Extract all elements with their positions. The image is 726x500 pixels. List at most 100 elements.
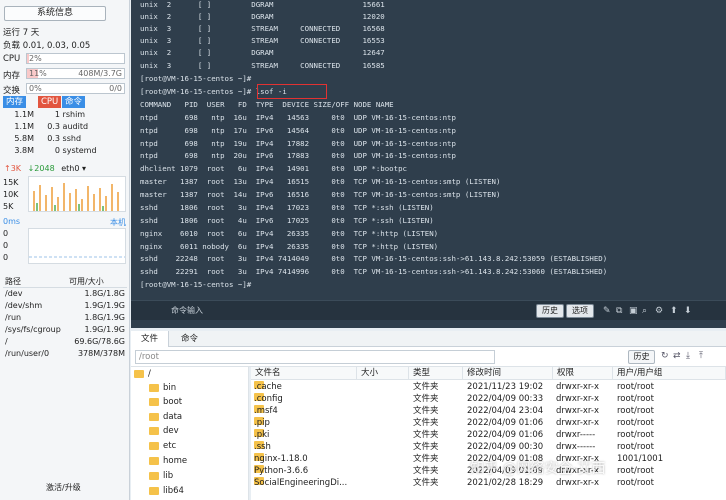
- terminal-line: nginx 6011 nobody 6u IPv4 26335 0t0 TCP …: [140, 242, 439, 251]
- uptime-text: 运行 7 天: [3, 28, 40, 38]
- folder-icon: [149, 471, 159, 480]
- process-row: 5.8M 0.3 sshd: [14, 134, 82, 143]
- ping-value: 0: [3, 241, 9, 250]
- mem-label: 内存: [3, 71, 21, 81]
- terminal-line: unix 2 [ ] DGRAM 12020: [140, 12, 385, 21]
- ping-chart: [28, 228, 126, 264]
- pen-icon[interactable]: ✎: [603, 306, 611, 316]
- file-row[interactable]: .cache 文件夹 2021/11/23 19:02 drwxr-xr-x root/…: [251, 381, 726, 393]
- folder-icon: [149, 441, 159, 450]
- swap-meter: 0% 0/0: [26, 83, 125, 94]
- tree-node[interactable]: dev: [149, 426, 179, 436]
- file-row[interactable]: .pip 文件夹 2022/04/09 01:06 drwxr-xr-x root/ro…: [251, 417, 726, 429]
- terminal-line: master 1387 root 13u IPv4 16515 0t0 TCP …: [140, 177, 501, 186]
- system-info-button[interactable]: 系统信息: [4, 6, 106, 21]
- tab-files[interactable]: 文件: [131, 331, 170, 347]
- swap-label: 交换: [3, 86, 21, 96]
- ping-value: 0: [3, 253, 9, 262]
- swap-percent: 0%: [29, 84, 42, 93]
- net-scale-5k: 5K: [3, 202, 14, 211]
- folder-icon: [149, 426, 159, 435]
- process-row: 3.8M 0 systemd: [14, 146, 97, 155]
- scroll-up-icon[interactable]: ⬆: [670, 306, 678, 316]
- net-scale-10k: 10K: [3, 190, 19, 199]
- download-icon[interactable]: ⤓: [686, 351, 690, 361]
- swap-value: 0/0: [109, 84, 122, 93]
- terminal-line: unix 3 [ ] STREAM CONNECTED 16553: [140, 36, 385, 45]
- ping-ms: 0ms: [3, 217, 21, 226]
- terminal[interactable]: unix 2 [ ] DGRAM 15661 unix 2 [ ] DGRAM …: [131, 0, 726, 328]
- cpu-meter: 2%: [26, 53, 125, 64]
- column-header-perm[interactable]: 权限: [553, 367, 613, 380]
- proc-tab-mem[interactable]: 内存: [3, 96, 27, 108]
- directory-tree: / bin boot data dev etc home lib lib64: [131, 367, 249, 500]
- split-icon[interactable]: ⇄: [673, 351, 681, 361]
- network-chart: [28, 176, 126, 212]
- tree-node[interactable]: boot: [149, 397, 182, 407]
- tree-node-root[interactable]: /: [134, 369, 151, 379]
- options-button[interactable]: 选项: [566, 304, 594, 318]
- scroll-down-icon[interactable]: ⬇: [684, 306, 692, 316]
- folder-icon: [149, 383, 159, 392]
- app-window: 系统信息 运行 7 天 负载 0.01, 0.03, 0.05 CPU 2% 内…: [0, 0, 726, 500]
- terminal-line: master 1387 root 14u IPv6 16516 0t0 TCP …: [140, 190, 501, 199]
- column-header-size[interactable]: 大小: [357, 367, 409, 380]
- terminal-line: sshd 22248 root 3u IPv4 7414049 0t0 TCP …: [140, 254, 608, 263]
- file-row[interactable]: .msf4 文件夹 2022/04/04 23:04 drwxr-xr-x root/r…: [251, 405, 726, 417]
- terminal-line: sshd 22291 root 3u IPv4 7414996 0t0 TCP …: [140, 267, 608, 276]
- paste-icon[interactable]: ▣: [629, 306, 638, 316]
- tree-node[interactable]: lib64: [149, 486, 184, 496]
- file-row[interactable]: .pki 文件夹 2022/04/09 01:06 drwxr----- root/ro…: [251, 429, 726, 441]
- file-row[interactable]: .config 文件夹 2022/04/09 00:33 drwxr-xr-x root…: [251, 393, 726, 405]
- terminal-line: dhclient 1079 root 6u IPv4 14901 0t0 UDP…: [140, 164, 407, 173]
- terminal-line: ntpd 698 ntp 17u IPv6 14564 0t0 UDP VM-1…: [140, 126, 456, 135]
- file-list: 文件名 大小 类型 修改时间 权限 用户/用户组 .cache 文件夹 2021/1…: [251, 367, 726, 500]
- folder-icon: [149, 486, 159, 495]
- command-highlight-box: [257, 84, 327, 99]
- history-button[interactable]: 历史: [536, 304, 564, 318]
- tab-commands[interactable]: 命令: [171, 331, 208, 347]
- terminal-line: [root@VM-16-15-centos ~]#: [140, 74, 252, 83]
- mem-percent: 11%: [29, 69, 47, 78]
- terminal-line: COMMAND PID USER FD TYPE DEVICE SIZE/OFF…: [140, 100, 394, 109]
- command-input-bar[interactable]: 命令输入 历史 选项 ✎ ⧉ ▣ ⌕ ⚙ ⬆ ⬇: [131, 300, 726, 320]
- column-header-owner[interactable]: 用户/用户组: [613, 367, 726, 380]
- tree-node[interactable]: home: [149, 456, 187, 466]
- folder-icon: [149, 412, 159, 421]
- cpu-value: 2%: [29, 54, 42, 63]
- proc-tab-cmd[interactable]: 命令: [62, 96, 86, 108]
- path-history-button[interactable]: 历史: [628, 350, 655, 364]
- column-header-type[interactable]: 类型: [409, 367, 463, 380]
- tree-node[interactable]: lib: [149, 471, 173, 481]
- path-input[interactable]: /root: [135, 350, 495, 364]
- disk-header: 路径 可用/大小: [3, 276, 127, 288]
- net-up: ↑3K: [4, 164, 22, 173]
- file-row[interactable]: .ssh 文件夹 2022/04/09 00:30 drwx------ root/ro…: [251, 441, 726, 453]
- upload-icon[interactable]: ⤒: [699, 351, 703, 361]
- folder-icon: [149, 456, 159, 465]
- refresh-icon[interactable]: ↻: [661, 351, 669, 361]
- proc-tab-cpu[interactable]: CPU: [38, 96, 62, 108]
- terminal-line: ntpd 698 ntp 16u IPv4 14563 0t0 UDP VM-1…: [140, 113, 456, 122]
- terminal-line: ntpd 698 ntp 20u IPv6 17883 0t0 UDP VM-1…: [140, 151, 456, 160]
- column-header-name[interactable]: 文件名: [251, 367, 357, 380]
- bottom-tabs: 文件 命令: [131, 331, 726, 347]
- column-header-time[interactable]: 修改时间: [463, 367, 553, 380]
- interface-select[interactable]: eth0 ▾: [61, 164, 86, 173]
- file-row[interactable]: SocialEngineeringDi... 文件夹 2021/02/28 18:2…: [251, 477, 726, 489]
- tree-node[interactable]: data: [149, 412, 182, 422]
- terminal-line: nginx 6010 root 6u IPv4 26335 0t0 TCP *:…: [140, 229, 439, 238]
- terminal-line: unix 3 [ ] STREAM CONNECTED 16585: [140, 61, 385, 70]
- settings-icon[interactable]: ⚙: [655, 306, 663, 316]
- mem-value: 408M/3.7G: [78, 69, 122, 78]
- ping-chart-graphic: [29, 256, 125, 258]
- copy-icon[interactable]: ⧉: [616, 306, 622, 316]
- watermark: 知乎 @网络安全-艾西: [470, 461, 606, 477]
- command-input-field[interactable]: 命令输入: [171, 305, 203, 316]
- terminal-line: ntpd 698 ntp 19u IPv4 17882 0t0 UDP VM-1…: [140, 139, 456, 148]
- tree-node[interactable]: bin: [149, 383, 176, 393]
- search-icon[interactable]: ⌕: [642, 306, 647, 316]
- folder-icon: [134, 369, 144, 378]
- upgrade-link[interactable]: 激活/升级: [46, 482, 81, 493]
- tree-node[interactable]: etc: [149, 441, 176, 451]
